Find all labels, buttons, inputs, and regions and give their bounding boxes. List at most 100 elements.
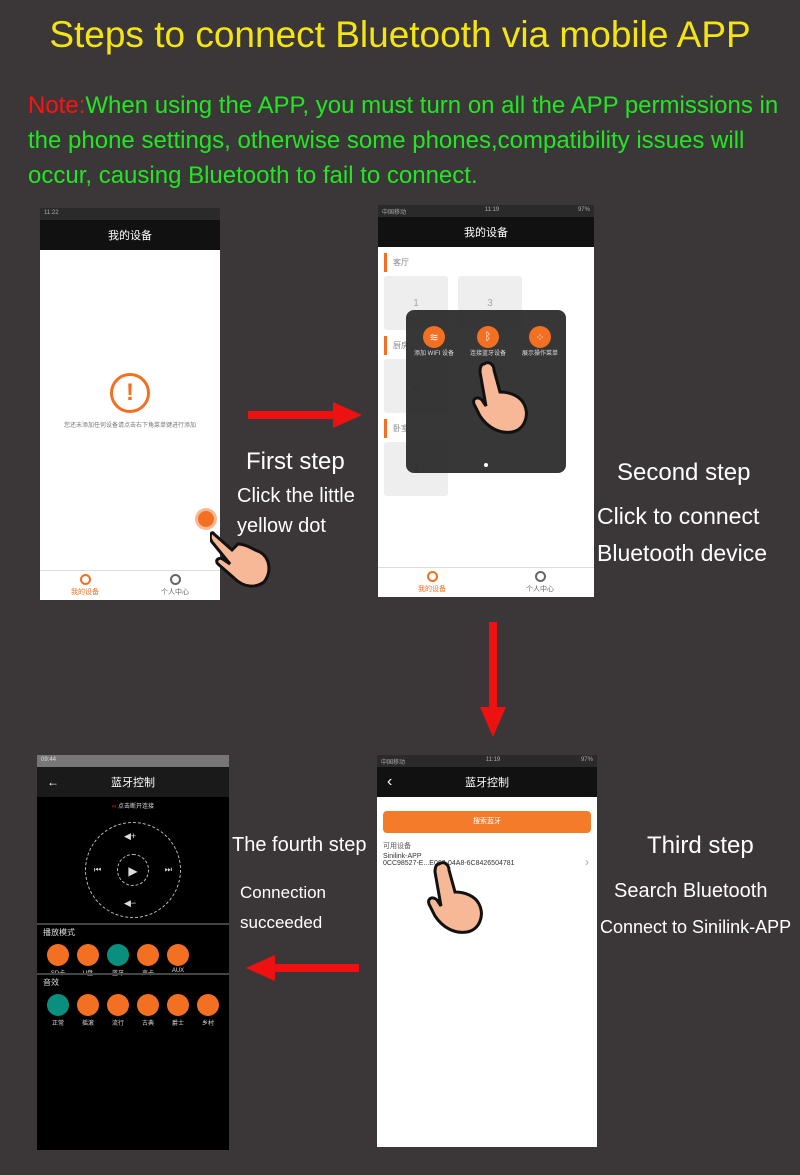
mode-item[interactable]: 乡村 [197, 994, 219, 1027]
disconnect-label: 点击断开连接 [117, 804, 154, 810]
mode-item[interactable]: 正常 [47, 994, 69, 1027]
effects-list: 正常 摇滚 流行 古典 爵士 乡村 [37, 990, 229, 1031]
mode-icon [167, 944, 189, 966]
status-bar: 中国移动 11:19 97% [378, 205, 594, 217]
tab-my-devices[interactable]: 我的设备 [378, 568, 486, 597]
header-title: 我的设备 [464, 227, 508, 239]
playback-wheel: ◀+ ◀− ⏮ ⏭ ▶ [85, 822, 181, 918]
mode-item[interactable]: 古典 [137, 994, 159, 1027]
tab-label: 我的设备 [71, 589, 99, 596]
mode-icon [47, 994, 69, 1016]
play-mode-title: 播放模式 [43, 928, 75, 937]
mode-item[interactable]: 摇滚 [77, 994, 99, 1027]
mode-label: 古典 [141, 1021, 154, 1027]
show-menu-button[interactable]: ⁘ 展示操作菜单 [522, 326, 558, 357]
mode-item[interactable]: 爵士 [167, 994, 189, 1027]
step4-title: The fourth step [232, 834, 367, 856]
arrow-right [248, 402, 362, 428]
step2-title: Second step [617, 459, 751, 486]
empty-message: 您还未添加任何设备请点击右下角菜单键进行添加 [63, 423, 196, 429]
page-title: Steps to connect Bluetooth via mobile AP… [49, 14, 751, 55]
status-battery: 97% [577, 207, 590, 213]
device-name: Sinilink-APP [383, 853, 422, 860]
step1-line1: Click the little [237, 485, 355, 507]
group-label: 客厅 [384, 253, 594, 272]
mode-icon [77, 994, 99, 1016]
previous-icon[interactable]: ⏮ [94, 865, 101, 875]
device-list-item[interactable]: Sinilink-APP 0CC98527-E...E062-04A8-6C84… [383, 853, 591, 869]
mode-icon [137, 944, 159, 966]
connect-bluetooth-button[interactable]: ᛒ 连接蓝牙设备 [470, 326, 506, 357]
section-label: 可用设备 [383, 843, 411, 850]
mode-label: 流行 [111, 1021, 124, 1027]
tab-label: 个人中心 [526, 586, 554, 593]
device-icon [79, 574, 91, 585]
play-button[interactable]: ▶ [117, 854, 149, 886]
volume-down-icon[interactable]: ◀− [124, 898, 136, 909]
tab-label: 个人中心 [161, 589, 189, 596]
back-arrow-icon[interactable]: ← [47, 775, 59, 789]
step3-title: Third step [647, 832, 754, 859]
step1-title: First step [246, 448, 345, 475]
menu-label: 展示操作菜单 [521, 351, 558, 357]
grid-icon: ⁘ [528, 326, 551, 348]
step3-line2: Connect to Sinilink-APP [600, 917, 792, 937]
phone-screen-step4: 09:44 ← 蓝牙控制 ∞ 点击断开连接 ◀+ ◀− ⏮ ⏭ ▶ 播放模式 SD… [37, 755, 229, 1150]
step4-line2: succeeded [240, 913, 323, 932]
device-id: 0CC98527-E...E062-04A8-6C8426504781 [383, 860, 515, 867]
add-wifi-device-button[interactable]: ≋ 添加 WIFI 设备 [414, 326, 454, 357]
menu-label: 连接蓝牙设备 [469, 351, 506, 357]
header: 我的设备 [378, 217, 594, 247]
header: ← 蓝牙控制 [37, 767, 229, 797]
next-icon[interactable]: ⏭ [165, 865, 172, 875]
tab-profile[interactable]: 个人中心 [130, 571, 220, 600]
wifi-icon: ≋ [422, 326, 445, 348]
mode-item[interactable]: 流行 [107, 994, 129, 1027]
device-icon [426, 571, 438, 582]
menu-label: 添加 WIFI 设备 [413, 351, 454, 357]
status-bar: 11:22 [40, 208, 220, 220]
volume-up-icon[interactable]: ◀+ [124, 831, 136, 842]
status-battery: 97% [580, 757, 593, 763]
user-icon [534, 571, 546, 582]
tab-profile[interactable]: 个人中心 [486, 568, 594, 597]
tab-my-devices[interactable]: 我的设备 [40, 571, 130, 600]
note: Note:When using the APP, you must turn o… [28, 88, 788, 193]
mode-icon [197, 994, 219, 1016]
step3-line1: Search Bluetooth [614, 880, 768, 902]
tab-label: 我的设备 [418, 586, 446, 593]
effects-title: 音效 [43, 978, 59, 987]
phone-screen-step3: 中国移动 11:19 97% ‹ 蓝牙控制 搜索蓝牙 可用设备 Sinilink-AP… [377, 755, 597, 1147]
note-label: Note: [28, 92, 86, 119]
pointing-hand-icon [427, 861, 483, 934]
step1-line2: yellow dot [237, 515, 326, 537]
mode-label: 爵士 [171, 1021, 184, 1027]
mode-icon [47, 944, 69, 966]
header: ‹ 蓝牙控制 [377, 767, 597, 797]
step2-line1: Click to connect [597, 503, 760, 529]
disconnect-link[interactable]: ∞ 点击断开连接 [37, 801, 229, 810]
status-time: 11:19 [485, 757, 501, 763]
warning-icon: ! [110, 373, 150, 413]
mode-icon [107, 994, 129, 1016]
header-title: 我的设备 [108, 230, 152, 242]
mode-label: 正常 [51, 1021, 64, 1027]
status-bar: 中国移动 11:19 97% [377, 755, 597, 767]
mode-label: 摇滚 [81, 1021, 94, 1027]
link-icon: ∞ [112, 804, 117, 810]
mode-icon [107, 944, 129, 966]
note-text: When using the APP, you must turn on all… [28, 92, 779, 189]
status-time: 11:19 [484, 207, 500, 213]
step4-line1: Connection [240, 883, 327, 902]
search-bluetooth-button[interactable]: 搜索蓝牙 [383, 811, 591, 833]
arrow-left [246, 955, 359, 981]
status-carrier: 中国移动 [381, 760, 406, 766]
header-title: 蓝牙控制 [111, 777, 155, 789]
user-icon [169, 574, 181, 585]
status-time: 11:22 [44, 210, 59, 216]
mode-icon [167, 994, 189, 1016]
mode-label: 乡村 [201, 1021, 214, 1027]
status-carrier: 中国移动 [382, 210, 407, 216]
back-icon[interactable]: ‹ [387, 773, 392, 791]
phone-screen-step1: 11:22 我的设备 ! 您还未添加任何设备请点击右下角菜单键进行添加 我的设备… [40, 208, 220, 600]
